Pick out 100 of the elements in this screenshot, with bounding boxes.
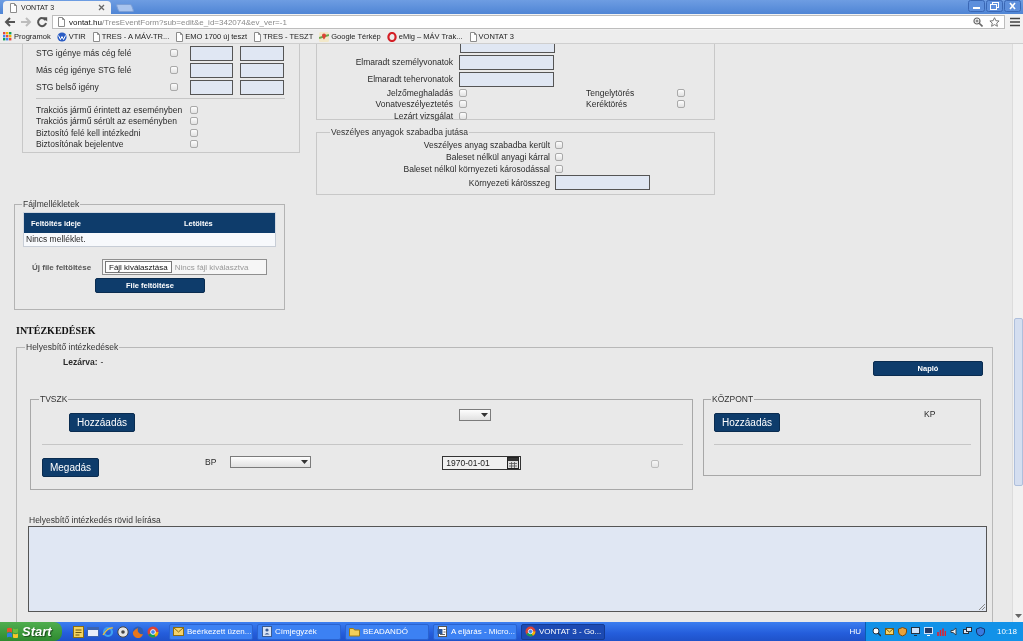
taskbar-button[interactable]: VONTAT 3 - Go...	[521, 623, 605, 640]
speaker-icon[interactable]	[949, 626, 959, 637]
checkbox-label: Baleset nélkül anyagi kárral	[446, 152, 550, 162]
star-icon[interactable]	[989, 17, 1000, 27]
calendar-icon[interactable]	[507, 457, 520, 469]
page-icon	[468, 31, 477, 42]
checkbox[interactable]	[170, 66, 178, 74]
close-icon[interactable]	[98, 4, 105, 11]
text-field[interactable]	[555, 175, 650, 190]
choose-file-button[interactable]: Fájl kiválasztása	[105, 261, 172, 273]
checkbox-label: Biztosítónak bejelentve	[36, 139, 124, 150]
checkbox-label: Biztosító felé kell intézkedni	[36, 127, 141, 138]
text-field[interactable]	[460, 44, 555, 53]
resize-handle-icon[interactable]	[978, 603, 985, 610]
dropdown[interactable]	[459, 409, 491, 421]
caret-icon	[481, 413, 488, 417]
checkbox[interactable]	[555, 165, 563, 173]
scroll-down-icon[interactable]	[1014, 614, 1022, 618]
text-field[interactable]	[190, 45, 233, 61]
disc-icon[interactable]	[117, 625, 129, 638]
text-field[interactable]	[240, 79, 284, 95]
ring-logo-icon[interactable]	[102, 625, 114, 638]
notepad-icon[interactable]	[73, 625, 84, 638]
scrollbar-track[interactable]	[1012, 44, 1023, 622]
back-arrow-icon[interactable]	[4, 16, 16, 28]
language-indicator[interactable]: HU	[849, 627, 861, 636]
page-icon	[175, 31, 184, 42]
checkbox[interactable]	[190, 117, 198, 126]
text-field[interactable]	[459, 54, 554, 70]
wheel-icon[interactable]	[147, 625, 159, 638]
grid-icon	[3, 32, 12, 41]
checkbox[interactable]	[459, 100, 467, 109]
document-icon	[437, 626, 448, 637]
add-button[interactable]: Hozzáadás	[714, 413, 780, 432]
checkbox[interactable]	[555, 141, 563, 149]
page-icon	[91, 31, 100, 42]
text-field[interactable]	[240, 62, 284, 78]
shield-icon[interactable]	[975, 626, 985, 637]
taskbar-button[interactable]: Beérkezett üzen...	[169, 623, 253, 640]
checkbox[interactable]	[459, 111, 467, 120]
reload-icon[interactable]	[36, 16, 48, 28]
caret-icon	[301, 460, 309, 464]
date-field[interactable]: 1970-01-01	[442, 456, 522, 470]
checkbox[interactable]	[190, 105, 198, 114]
page-icon	[9, 2, 17, 13]
address-field[interactable]: vontat.hu/TresEventForm?sub=edit&e_id=342074&ev_ver=-1	[52, 15, 1005, 29]
monitor-icon[interactable]	[910, 626, 920, 637]
checkbox[interactable]	[677, 88, 685, 97]
section-heading: INTÉZKEDÉSEK	[16, 325, 96, 336]
wheel-icon	[525, 626, 536, 637]
taskbar-button[interactable]: A eljárás - Micro...	[433, 623, 517, 640]
checkbox[interactable]	[459, 88, 467, 97]
section-title: KÖZPONT	[711, 394, 755, 404]
envelope-icon[interactable]	[884, 626, 894, 637]
window-icon[interactable]	[87, 625, 99, 638]
monitor-icon[interactable]	[923, 626, 933, 637]
restore-icon[interactable]	[986, 0, 1003, 12]
submit-button[interactable]: Megadás	[42, 458, 99, 477]
taskbar-button[interactable]: Címjegyzék	[257, 623, 341, 640]
map-icon	[319, 31, 330, 42]
section-title: TVSZK	[39, 394, 69, 404]
add-button[interactable]: Hozzáadás	[69, 413, 135, 432]
status-value: -	[100, 357, 104, 368]
scrollbar-thumb[interactable]	[1013, 318, 1023, 486]
field-label: Elmaradt személyvonatok	[355, 57, 453, 67]
checkbox-label: Vonatveszélyeztetés	[375, 99, 453, 110]
checkbox-label: Jelzőmeghaladás	[386, 87, 453, 98]
field-label: Más cég igénye STG felé	[36, 65, 132, 75]
clock-text: 10:18	[996, 627, 1017, 636]
field-label: BP	[205, 457, 217, 467]
checkbox[interactable]	[190, 140, 198, 149]
taskbar-button[interactable]: BEADANDÓ	[345, 623, 429, 640]
close-icon[interactable]	[1004, 0, 1021, 12]
file-input[interactable]: Fájl kiválasztása Nincs fájl kiválasztva	[102, 259, 267, 275]
text-field[interactable]	[459, 71, 554, 87]
checkbox[interactable]	[677, 100, 685, 109]
field-label: Környezeti kárösszeg	[468, 177, 550, 188]
checkbox[interactable]	[170, 49, 178, 57]
checkbox[interactable]	[651, 460, 660, 468]
magnifier-icon[interactable]	[871, 626, 881, 637]
field-label: STG igénye más cég felé	[36, 48, 132, 58]
start-button[interactable]: Start	[0, 622, 62, 641]
globe-icon	[56, 31, 67, 42]
text-field[interactable]	[240, 45, 284, 61]
checkbox[interactable]	[190, 128, 198, 137]
section-title: Fájlmellékletek	[22, 199, 81, 209]
checkbox-label: Tengelytörés	[586, 87, 635, 98]
magnifier-icon[interactable]	[973, 17, 983, 27]
checkbox[interactable]	[170, 83, 178, 91]
text-field[interactable]	[190, 62, 233, 78]
envelope-icon	[173, 626, 184, 637]
network-icon[interactable]	[962, 626, 972, 637]
text-field[interactable]	[190, 79, 233, 95]
minimize-icon[interactable]	[968, 0, 985, 12]
menu-icon[interactable]	[1010, 17, 1020, 27]
checkbox[interactable]	[555, 153, 563, 161]
field-label: Elmaradt tehervonatok	[367, 74, 453, 84]
description-field[interactable]	[28, 526, 987, 612]
flag-icon	[6, 625, 19, 638]
file-status-text: Nincs fájl kiválasztva	[174, 262, 249, 272]
